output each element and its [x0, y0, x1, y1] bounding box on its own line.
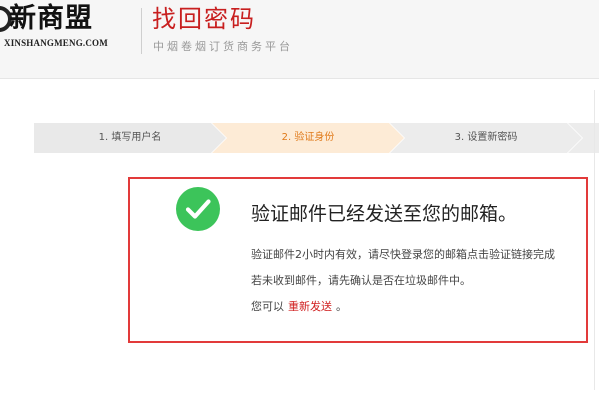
resend-link[interactable]: 重新发送: [288, 300, 332, 313]
check-circle-icon: [176, 187, 220, 231]
step-set-new-password: 3. 设置新密码: [390, 123, 582, 153]
page-subtitle: 中烟卷烟订货商务平台: [153, 40, 293, 53]
progress-steps: 1. 填写用户名 2. 验证身份 3. 设置新密码: [34, 123, 599, 153]
page-header: 新商盟 XINSHANGMENG.COM 找回密码 中烟卷烟订货商务平台: [0, 0, 599, 79]
resend-suffix: 。: [336, 300, 347, 313]
logo-subtext: XINSHANGMENG.COM: [4, 38, 108, 48]
resend-prefix: 您可以: [251, 300, 284, 313]
logo-text[interactable]: 新商盟: [9, 2, 93, 36]
message-spam-hint: 若未收到邮件，请先确认是否在垃圾邮件中。: [251, 274, 471, 287]
message-validity-text: 验证邮件2小时内有效，请尽快登录您的邮箱点击验证链接完成: [251, 248, 555, 261]
message-title: 验证邮件已经发送至您的邮箱。: [251, 203, 518, 225]
message-resend-line: 您可以 重新发送。: [251, 299, 347, 315]
step-verify-identity: 2. 验证身份: [212, 123, 404, 153]
page-title: 找回密码: [152, 5, 256, 33]
page-right-border: [594, 90, 595, 390]
header-divider: [141, 8, 142, 54]
step-fill-username: 1. 填写用户名: [34, 123, 226, 153]
